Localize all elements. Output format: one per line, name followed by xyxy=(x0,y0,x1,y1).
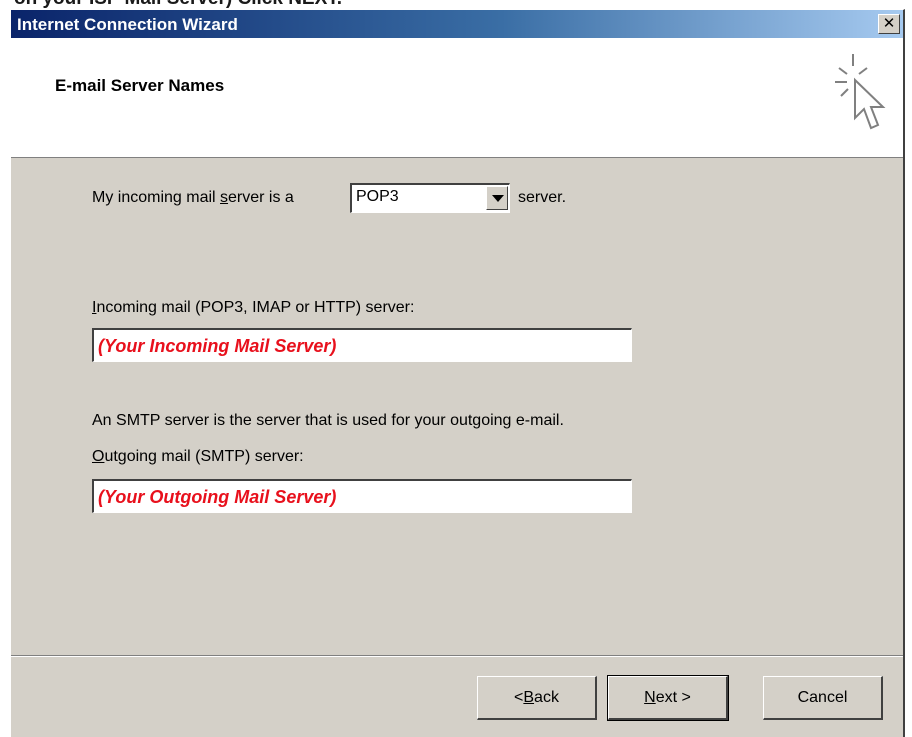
close-icon: ✕ xyxy=(882,15,896,32)
wizard-content: My incoming mail server is a POP3 server… xyxy=(11,158,903,653)
server-type-label: My incoming mail server is a xyxy=(92,189,294,206)
next-button[interactable]: Next > xyxy=(607,675,729,721)
page-heading: E-mail Server Names xyxy=(55,76,225,95)
outgoing-server-field[interactable]: (Your Outgoing Mail Server) xyxy=(92,479,632,513)
close-button[interactable]: ✕ xyxy=(878,14,900,34)
chevron-down-icon[interactable] xyxy=(486,186,508,210)
cancel-button[interactable]: Cancel xyxy=(763,676,883,720)
wizard-window: Internet Connection Wizard ✕ E-mail Serv… xyxy=(10,9,905,737)
titlebar[interactable]: Internet Connection Wizard ✕ xyxy=(11,10,903,38)
page-caption: on your ISP Mail Server) Click NEXT. xyxy=(14,0,342,9)
footer-divider xyxy=(11,655,903,657)
page-caption-fragment: on your ISP Mail Server) Click NEXT. xyxy=(0,0,912,9)
smtp-note: An SMTP server is the server that is use… xyxy=(92,412,564,429)
incoming-server-label: Incoming mail (POP3, IMAP or HTTP) serve… xyxy=(92,299,415,316)
incoming-server-field[interactable]: (Your Incoming Mail Server) xyxy=(92,328,632,362)
server-type-value: POP3 xyxy=(356,188,399,205)
server-type-suffix: server. xyxy=(518,189,567,206)
wizard-header: E-mail Server Names xyxy=(11,38,903,158)
outgoing-server-label: Outgoing mail (SMTP) server: xyxy=(92,448,304,465)
window-title: Internet Connection Wizard xyxy=(17,15,238,34)
back-button[interactable]: < Back xyxy=(477,676,597,720)
server-type-select[interactable]: POP3 xyxy=(350,183,510,213)
wizard-pointer-icon xyxy=(835,54,886,130)
